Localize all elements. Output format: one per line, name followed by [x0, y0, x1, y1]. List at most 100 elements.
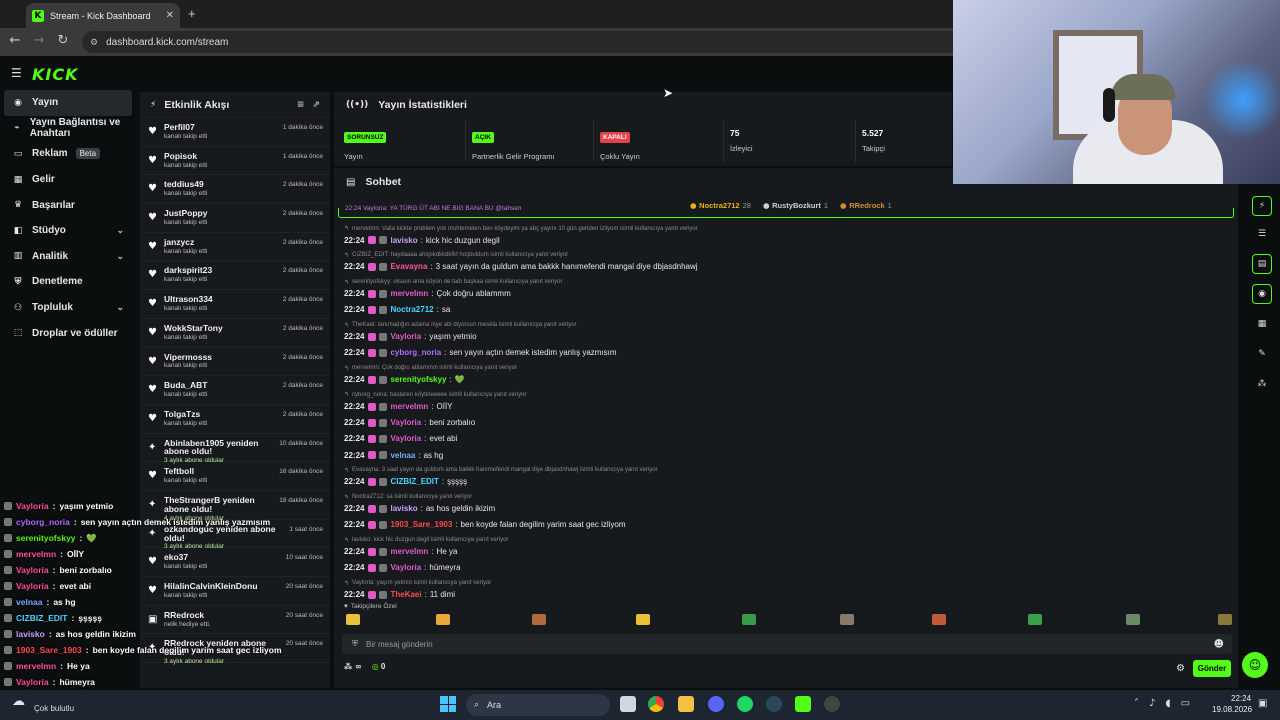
chevron-down-icon[interactable]: ⌄ — [116, 225, 124, 236]
message-username[interactable]: merveImn — [390, 547, 428, 556]
share-icon[interactable]: ⁂ — [1252, 374, 1272, 394]
back-arrow-icon[interactable]: ← — [7, 33, 23, 48]
popout-icon[interactable]: ⇗ — [312, 100, 320, 110]
forward-arrow-icon[interactable]: → — [31, 33, 47, 48]
activity-feed-item[interactable]: ✦ Abinlaben1905 yeniden abone oldu! 3 aylı… — [140, 434, 330, 464]
sidebar-item[interactable]: ⌁ Yayın Bağlantısı ve Anahtarı — [0, 116, 138, 142]
activity-feed-item[interactable]: ♥ Perfil07 kanalı takip etti 1 dakika önce — [140, 118, 330, 147]
shield-icon[interactable]: ⛨ — [352, 639, 358, 649]
stream-toggle-icon[interactable]: ◉ — [1252, 284, 1272, 304]
activity-feed-item[interactable]: ♥ Ultrason334 kanalı takip etti 2 dakika ön… — [140, 290, 330, 319]
message-username[interactable]: Vayloria — [390, 418, 421, 427]
chevron-down-icon[interactable]: ⌄ — [116, 302, 124, 313]
task-view-icon[interactable] — [620, 696, 636, 712]
activity-feed-item[interactable]: ♥ darkspirit23 kanalı takip etti 2 dakika ö… — [140, 261, 330, 291]
kick-logo[interactable]: KICK — [32, 65, 79, 84]
chat-message[interactable]: 22:24 merveImn: He ya — [344, 547, 457, 556]
chat-message[interactable]: 22:24 merveImn: Çok doğru ablammm — [344, 289, 511, 298]
browser-tab[interactable]: K Stream - Kick Dashboard ✕ — [26, 3, 180, 28]
message-username[interactable]: lavisko — [390, 236, 417, 245]
message-username[interactable]: Vayloria — [390, 332, 421, 341]
sidebar-item[interactable]: ♛ Başarılar — [0, 192, 138, 218]
reload-icon[interactable]: ↻ — [55, 33, 71, 48]
discord-icon[interactable] — [708, 696, 724, 712]
sidebar-item[interactable]: ▭ Reklam Beta — [0, 141, 138, 167]
obs-icon[interactable] — [824, 696, 840, 712]
chat-message[interactable]: 22:24 CIZBIZ_EDIT: şşşşş — [344, 477, 467, 486]
filter-icon[interactable]: ≡ — [297, 100, 305, 110]
activity-feed-item[interactable]: ♥ WokkStarTony kanalı takip etti 2 dakika ö… — [140, 319, 330, 348]
new-tab-button[interactable]: + — [188, 6, 196, 21]
activity-feed-item[interactable]: ♥ JustPoppy kanalı takip etti 2 dakika önce — [140, 204, 330, 233]
chat-settings-icon[interactable]: ⚙ — [1176, 663, 1185, 674]
taskbar-search[interactable]: ⌕ Ara — [466, 694, 610, 716]
windows-start-icon[interactable] — [440, 696, 456, 712]
activity-feed-item[interactable]: ♥ teddius49 kanalı takip etti 2 dakika önce — [140, 175, 330, 205]
hamburger-menu-icon[interactable]: ☰ — [11, 66, 22, 80]
emote-icon[interactable] — [840, 614, 854, 625]
sidebar-item[interactable]: ⛨ Denetleme — [0, 269, 138, 295]
message-username[interactable]: serenityofskyy — [390, 375, 446, 384]
notification-icon[interactable]: ▣ — [1258, 698, 1267, 709]
message-username[interactable]: lavisko — [390, 504, 417, 513]
sidebar-item[interactable]: ◧ Stüdyo ⌄ — [0, 218, 138, 244]
message-username[interactable]: velnaa — [390, 451, 415, 460]
clock-time[interactable]: 22:24 — [1231, 694, 1251, 703]
quick-actions-icon[interactable]: ⚡ — [1252, 196, 1272, 216]
chat-message[interactable]: 22:24 lavisko: kick hic duzgun degil — [344, 236, 500, 245]
activity-feed-item[interactable]: ♥ Buda_ABT kanalı takip etti 2 dakika önce — [140, 376, 330, 405]
message-username[interactable]: CIZBIZ_EDIT — [390, 477, 438, 486]
list-icon[interactable]: ☰ — [1252, 224, 1272, 244]
site-info-icon[interactable]: ⚙ — [90, 37, 98, 48]
chat-message[interactable]: 22:24 Evavayna:3 saat yayın da guldum ama… — [344, 262, 698, 271]
steam-icon[interactable] — [766, 696, 782, 712]
chat-message[interactable]: 22:24 lavisko: as hos geldin ikizim — [344, 504, 495, 513]
wrench-icon[interactable]: ✎ — [1252, 344, 1272, 364]
message-username[interactable]: Evavayna — [390, 262, 427, 271]
send-button[interactable]: Gönder — [1193, 660, 1231, 677]
chat-message[interactable]: 22:24 Vayloria: hümeyra — [344, 563, 461, 572]
close-tab-icon[interactable]: ✕ — [166, 10, 174, 21]
support-chat-icon[interactable]: ☺ — [1242, 652, 1268, 678]
chat-message[interactable]: 22:24 merveImn: OİİY — [344, 402, 453, 411]
message-username[interactable]: TheKaei — [390, 590, 421, 599]
message-username[interactable]: merveImn — [390, 289, 428, 298]
layout-icon[interactable]: ▦ — [1252, 314, 1272, 334]
pinned-message[interactable]: 22:24 Vayloria: YA TÜRG ÜT ABI NE BIG BA… — [338, 205, 1234, 218]
sidebar-item[interactable]: ◉ Yayın — [4, 90, 132, 116]
sidebar-item[interactable]: ▦ Gelir — [0, 167, 138, 193]
activity-feed-item[interactable]: ♥ Popisok kanalı takip etti 1 dakika önce — [140, 147, 330, 176]
file-explorer-icon[interactable] — [678, 696, 694, 712]
kick-studio-icon[interactable] — [795, 696, 811, 712]
chat-message[interactable]: 22:24 cyborg_noria: sen yayın açtın demek … — [344, 348, 617, 357]
sidebar-item[interactable]: ▥ Analitik ⌄ — [0, 244, 138, 270]
message-username[interactable]: merveImn — [390, 402, 428, 411]
clock-date[interactable]: 19.08.2026 — [1212, 705, 1252, 714]
activity-feed-item[interactable]: ♥ TolgaTzs kanalı takip etti 2 dakika önce — [140, 405, 330, 434]
emote-icon[interactable] — [436, 614, 450, 625]
message-username[interactable]: 1903_Sare_1903 — [390, 520, 452, 529]
spotify-icon[interactable] — [737, 696, 753, 712]
chat-message[interactable]: 22:24 Vayloria: yaşım yetmio — [344, 332, 477, 341]
chrome-icon[interactable] — [648, 696, 664, 712]
chat-message[interactable]: 22:24 Vayloria: beni zorbalıo — [344, 418, 475, 427]
system-tray-icons[interactable]: ˄♪◖▭ — [1134, 698, 1200, 709]
emote-icon[interactable] — [1028, 614, 1042, 625]
emoji-icon[interactable]: ☻ — [1214, 639, 1224, 650]
message-username[interactable]: cyborg_noria — [390, 348, 441, 357]
chat-message[interactable]: 22:24 velnaa: as hg — [344, 451, 443, 460]
sidebar-item[interactable]: ⚇ Topluluk ⌄ — [0, 295, 138, 321]
weather-icon[interactable]: ☁ — [12, 694, 25, 709]
emote-icon[interactable] — [1126, 614, 1140, 625]
message-username[interactable]: Noctra2712 — [390, 305, 433, 314]
activity-feed-item[interactable]: ♥ Vipermosss kanalı takip etti 2 dakika önc… — [140, 348, 330, 377]
chat-message[interactable]: 22:24 TheKaei:11 dimi — [344, 590, 455, 599]
weather-text[interactable]: Çok bulutlu — [34, 704, 74, 713]
chat-message[interactable]: 22:24 Noctra2712: sa — [344, 305, 450, 314]
message-username[interactable]: Vayloria — [390, 434, 421, 443]
chevron-down-icon[interactable]: ⌄ — [116, 251, 124, 262]
emote-icon[interactable] — [742, 614, 756, 625]
chat-message[interactable]: 22:24 serenityofskyy: 💚 — [344, 375, 465, 384]
chat-toggle-icon[interactable]: ▤ — [1252, 254, 1272, 274]
sidebar-item[interactable]: ⬚ Droplar ve ödüller — [0, 320, 138, 346]
